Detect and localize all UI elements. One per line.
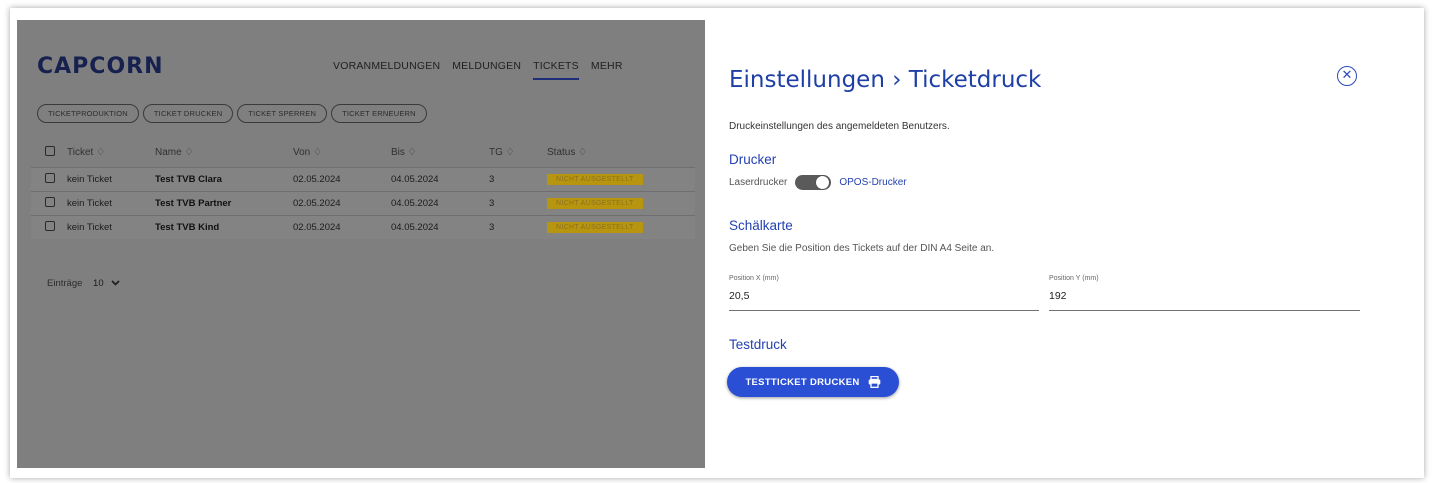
cell-bis: 04.05.2024 [391,166,489,191]
table-row[interactable]: kein Ticket Test TVB Kind 02.05.2024 04.… [31,214,695,239]
col-ticket[interactable]: Ticket ♢ [67,139,155,167]
subtab-ticket-erneuern[interactable]: TICKET ERNEUERN [331,104,427,123]
entries-value: 10 [93,278,104,289]
printer-left-label: Laserdrucker [729,177,788,188]
col-von[interactable]: Von ♢ [293,139,391,167]
cell-name: Test TVB Kind [155,214,293,239]
cell-name: Test TVB Partner [155,190,293,215]
position-x-field[interactable]: Position X (mm) 20,5 [729,275,1039,311]
table-row[interactable]: kein Ticket Test TVB Partner 02.05.2024 … [31,190,695,215]
entries-label: Einträge [47,278,83,289]
position-x-label: Position X (mm) [729,275,779,282]
print-test-ticket-button[interactable]: TESTTICKET DRUCKEN [727,367,899,397]
select-all-checkbox[interactable] [45,146,55,157]
entries-per-page: Einträge 10 [47,278,120,289]
cell-tg: 3 [489,214,547,239]
settings-panel: Einstellungen › Ticketdruck ✕ Druckeinst… [705,20,1415,468]
table-header-row: Ticket ♢ Name ♢ Von ♢ Bis ♢ TG ♢ Status … [31,139,695,167]
printer-icon [868,376,880,388]
cell-name: Test TVB Clara [155,166,293,191]
nav-meldungen[interactable]: MELDUNGEN [452,60,521,80]
printer-heading: Drucker [729,152,777,167]
cell-von: 02.05.2024 [293,190,391,215]
nav-tickets[interactable]: TICKETS [533,60,579,80]
printer-toggle[interactable] [795,175,832,190]
ticket-subtabs: TICKETPRODUKTION TICKET DRUCKEN TICKET S… [37,104,427,123]
position-y-label: Position Y (mm) [1049,275,1099,282]
col-tg[interactable]: TG ♢ [489,139,547,167]
print-test-ticket-label: TESTTICKET DRUCKEN [745,376,860,388]
status-badge: NICHT AUSGESTELLT [547,222,643,234]
cell-bis: 04.05.2024 [391,214,489,239]
subtab-ticket-drucken[interactable]: TICKET DRUCKEN [142,104,234,123]
cell-tg: 3 [489,190,547,215]
status-badge: NICHT AUSGESTELLT [547,174,643,185]
row-checkbox[interactable] [45,172,55,183]
cell-von: 02.05.2024 [293,166,391,191]
subtab-ticket-sperren[interactable]: TICKET SPERREN [237,104,328,123]
cell-ticket: kein Ticket [67,214,155,239]
col-name[interactable]: Name ♢ [155,139,293,167]
entries-select[interactable]: 10 [93,278,120,289]
panel-title: Einstellungen › Ticketdruck [729,67,1042,93]
cell-ticket: kein Ticket [67,166,155,191]
panel-intro: Druckeinstellungen des angemeldeten Benu… [729,121,950,132]
peel-heading: Schälkarte [729,218,793,233]
background-app: CAPCORN VORANMELDUNGEN MELDUNGEN TICKETS… [17,20,705,468]
status-badge: NICHT AUSGESTELLT [547,198,643,209]
col-bis[interactable]: Bis ♢ [391,139,489,167]
row-checkbox[interactable] [45,220,55,231]
printer-toggle-row: Laserdrucker OPOS-Drucker [729,175,907,190]
table-row[interactable]: kein Ticket Test TVB Clara 02.05.2024 04… [31,166,695,191]
position-y-field[interactable]: Position Y (mm) 192 [1049,275,1360,311]
app-logo: CAPCORN [37,54,164,79]
toggle-knob [816,176,830,189]
printer-right-label: OPOS-Drucker [839,177,907,188]
cell-bis: 04.05.2024 [391,190,489,215]
nav-voranmeldungen[interactable]: VORANMELDUNGEN [333,60,440,80]
close-icon[interactable]: ✕ [1337,66,1357,86]
row-checkbox[interactable] [45,196,55,207]
position-y-input[interactable]: 192 [1049,290,1360,311]
cell-von: 02.05.2024 [293,214,391,239]
position-x-input[interactable]: 20,5 [729,290,1039,311]
subtab-ticketproduktion[interactable]: TICKETPRODUKTION [37,104,139,123]
cell-tg: 3 [489,166,547,191]
chevron-down-icon [111,280,120,286]
nav-mehr[interactable]: MEHR [591,60,623,80]
cell-ticket: kein Ticket [67,190,155,215]
tickets-table: Ticket ♢ Name ♢ Von ♢ Bis ♢ TG ♢ Status … [31,139,695,239]
test-heading: Testdruck [729,337,787,352]
col-status[interactable]: Status ♢ [547,139,695,167]
main-nav: VORANMELDUNGEN MELDUNGEN TICKETS MEHR [333,60,623,80]
peel-hint: Geben Sie die Position des Tickets auf d… [729,243,995,254]
